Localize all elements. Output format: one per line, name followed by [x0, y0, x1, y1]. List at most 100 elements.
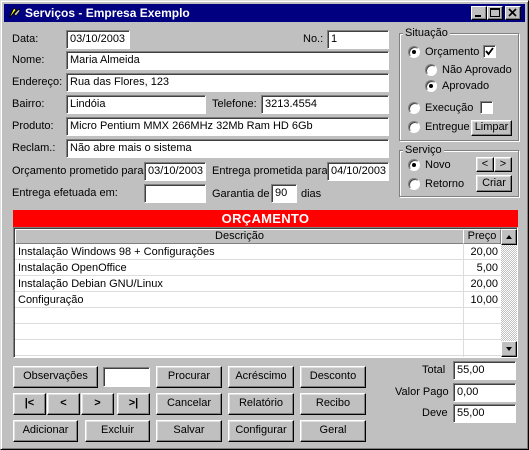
orcamento-grid[interactable]: Descrição Preço Instalação Windows 98 + … [13, 227, 518, 358]
limpar-button[interactable]: Limpar [471, 120, 512, 136]
row-descricao: Instalação Debian GNU/Linux [18, 278, 163, 290]
adicionar-button[interactable]: Adicionar [13, 420, 78, 442]
table-row[interactable]: Instalação Windows 98 + Configurações 20… [15, 244, 501, 260]
column-header-descricao[interactable]: Descrição [15, 229, 464, 244]
endereco-field[interactable]: Rua das Flores, 123 [66, 73, 389, 92]
recibo-label: Recibo [315, 397, 351, 409]
no-field[interactable]: 1 [327, 30, 389, 49]
acrescimo-label: Acréscimo [235, 370, 287, 382]
desconto-label: Desconto [309, 370, 357, 382]
scroll-track[interactable] [501, 245, 517, 341]
novo-label: Novo [425, 159, 451, 171]
procurar-label: Procurar [167, 370, 211, 382]
retorno-radio[interactable] [408, 178, 420, 190]
servico-prev-button[interactable]: < [476, 157, 494, 172]
deve-field[interactable]: 55,00 [453, 404, 516, 423]
salvar-label: Salvar [173, 424, 205, 436]
acrescimo-button[interactable]: Acréscimo [228, 366, 294, 388]
table-row[interactable] [15, 340, 501, 356]
garantia-field[interactable]: 90 [271, 184, 297, 203]
produto-label: Produto: [12, 120, 54, 132]
cancelar-label: Cancelar [166, 397, 212, 409]
total-field[interactable]: 55,00 [453, 361, 516, 380]
bairro-field[interactable]: Lindóia [66, 95, 206, 114]
column-header-preco[interactable]: Preço [463, 229, 501, 244]
main-window: Serviços - Empresa Exemplo Data: 03/10/2… [0, 0, 529, 450]
servico-next-button[interactable]: > [494, 157, 512, 172]
scroll-up-button[interactable] [501, 229, 517, 245]
previous-record-label: < [60, 397, 67, 409]
orcamento-prometido-label: Orçamento prometido para: [12, 165, 147, 177]
nome-field[interactable]: Maria Almeida [66, 51, 389, 70]
orcamento-checkbox[interactable] [483, 45, 496, 58]
entrega-efetuada-field[interactable] [144, 184, 206, 203]
orcamento-banner: ORÇAMENTO [13, 210, 518, 227]
table-row[interactable]: Configuração 10,00 [15, 292, 501, 308]
execucao-checkbox[interactable] [480, 101, 493, 114]
excluir-label: Excluir [100, 424, 134, 436]
orcamento-prometido-field[interactable]: 03/10/2003 [144, 162, 206, 181]
entregue-label: Entregue [425, 121, 470, 133]
relatorio-button[interactable]: Relatório [228, 393, 294, 415]
table-row[interactable] [15, 324, 501, 340]
search-field[interactable] [103, 367, 150, 387]
valor-pago-field[interactable]: 0,00 [453, 383, 516, 402]
nao-aprovado-radio[interactable] [425, 64, 437, 76]
salvar-button[interactable]: Salvar [156, 420, 222, 442]
procurar-button[interactable]: Procurar [156, 366, 222, 388]
table-row[interactable] [15, 308, 501, 324]
next-record-button[interactable]: > [81, 393, 114, 415]
servico-next-label: > [499, 158, 507, 170]
minimize-icon [475, 15, 481, 17]
arrow-down-icon [506, 347, 512, 351]
maximize-icon [490, 8, 500, 17]
endereco-label: Endereço: [12, 76, 63, 88]
app-icon [8, 7, 21, 19]
data-label: Data: [12, 33, 39, 45]
criar-button[interactable]: Criar [476, 175, 512, 192]
desconto-button[interactable]: Desconto [300, 366, 366, 388]
recibo-button[interactable]: Recibo [300, 393, 366, 415]
geral-label: Geral [319, 424, 347, 436]
first-record-button[interactable]: |< [13, 393, 46, 415]
minimize-button[interactable] [471, 6, 487, 20]
scroll-down-button[interactable] [501, 341, 517, 357]
observacoes-button[interactable]: Observações [13, 366, 98, 388]
entrega-prometida-field[interactable]: 04/10/2003 [327, 162, 389, 181]
aprovado-radio[interactable] [425, 80, 437, 92]
grid-scrollbar[interactable] [501, 229, 517, 357]
reclamacao-field[interactable]: Não abre mais o sistema [66, 139, 389, 158]
last-record-label: >| [128, 397, 139, 409]
entregue-radio[interactable] [408, 121, 420, 133]
valor-pago-label: Valor Pago [395, 386, 449, 398]
retorno-label: Retorno [425, 178, 465, 190]
entrega-efetuada-label: Entrega efetuada em: [12, 187, 118, 199]
data-field[interactable]: 03/10/2003 [66, 30, 130, 49]
no-label: No.: [303, 33, 324, 45]
cancelar-button[interactable]: Cancelar [156, 393, 222, 415]
close-button[interactable] [505, 6, 521, 20]
configurar-button[interactable]: Configurar [228, 420, 294, 442]
execucao-radio[interactable] [408, 102, 420, 114]
adicionar-label: Adicionar [22, 424, 69, 436]
excluir-button[interactable]: Excluir [85, 420, 150, 442]
produto-field[interactable]: Micro Pentium MMX 266MHz 32Mb Ram HD 6Gb [66, 117, 389, 136]
previous-record-button[interactable]: < [47, 393, 80, 415]
bairro-label: Bairro: [12, 98, 45, 110]
geral-button[interactable]: Geral [300, 420, 366, 442]
table-row[interactable]: Instalação Debian GNU/Linux 20,00 [15, 276, 501, 292]
maximize-button[interactable] [487, 6, 503, 20]
orcamento-radio[interactable] [408, 46, 420, 58]
dias-label: dias [301, 188, 322, 200]
first-record-label: |< [24, 397, 35, 409]
column-divider [463, 244, 464, 357]
last-record-button[interactable]: >| [117, 393, 150, 415]
title-bar[interactable]: Serviços - Empresa Exemplo [4, 4, 525, 22]
novo-radio[interactable] [408, 159, 420, 171]
telefone-field[interactable]: 3213.4554 [261, 95, 389, 114]
table-row[interactable]: Instalação OpenOffice 5,00 [15, 260, 501, 276]
row-descricao: Instalação OpenOffice [18, 262, 127, 274]
aprovado-label: Aprovado [442, 80, 490, 92]
orcamento-label: Orçamento [425, 46, 480, 58]
garantia-label: Garantia de [212, 188, 270, 200]
